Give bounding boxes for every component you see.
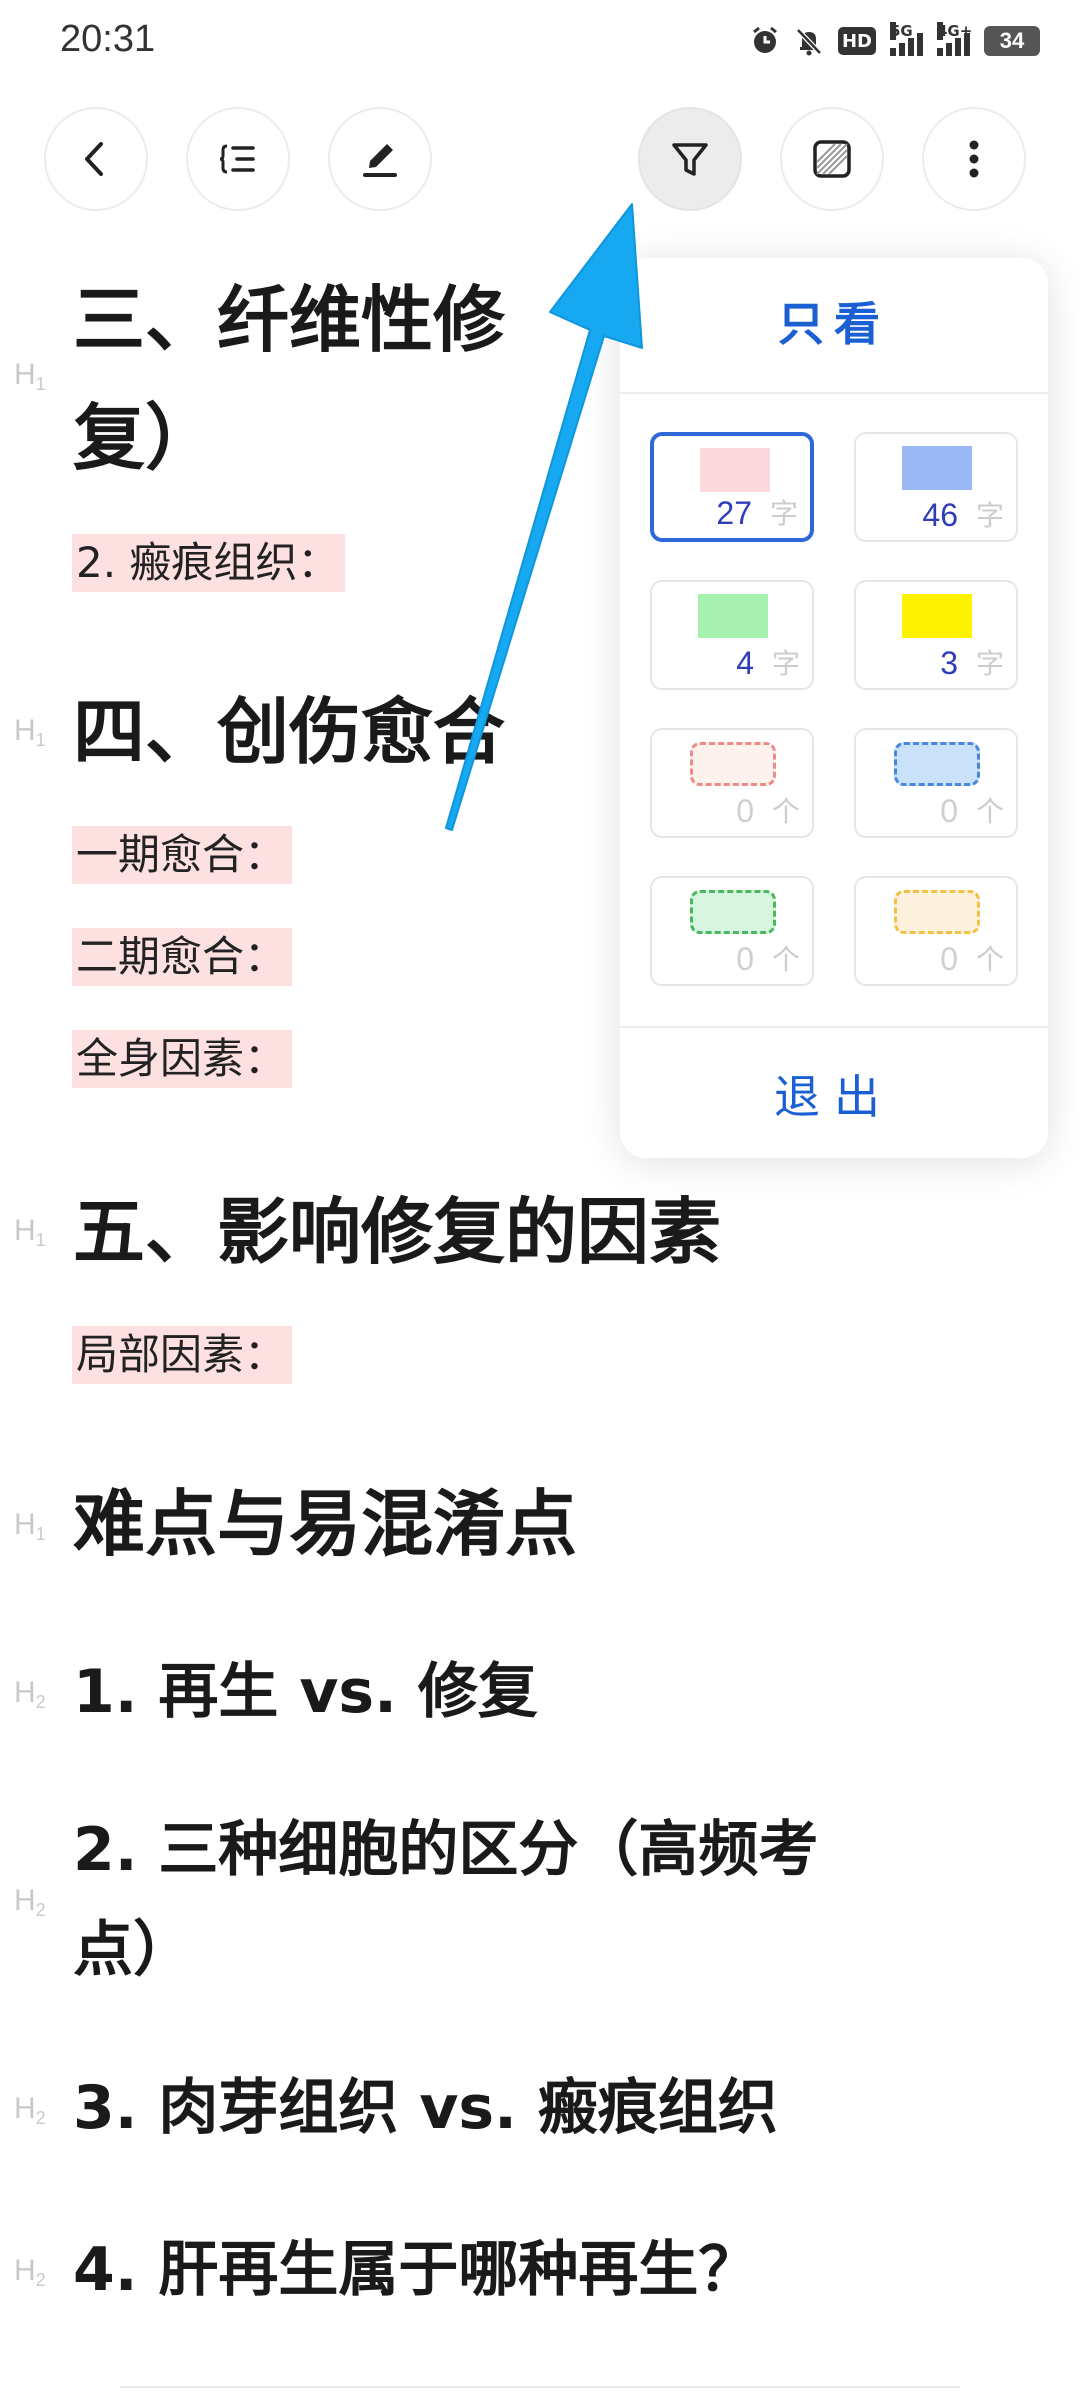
- section5-title[interactable]: 五、影响修复的因素: [73, 1182, 721, 1282]
- h2-item-3[interactable]: 3. 肉芽组织 vs. 瘢痕组织: [73, 2058, 778, 2158]
- highlight-primary-healing[interactable]: 一期愈合：: [72, 826, 293, 884]
- unit-label: 字: [975, 499, 1004, 532]
- outline-icon: [219, 144, 255, 174]
- filter-icon: [672, 143, 708, 176]
- hd-icon: HD: [837, 27, 876, 55]
- h2-item-4[interactable]: 4. 肝再生属于哪种再生？: [73, 2220, 758, 2320]
- popup-divider-top: [620, 392, 1048, 394]
- more-button[interactable]: [922, 107, 1026, 211]
- net-label-4g: 4G+: [937, 22, 973, 40]
- count-box-green: 0: [736, 941, 754, 977]
- status-icons: HD 5G 4G+ 34: [750, 22, 1040, 60]
- h2-marker: H2: [14, 2254, 46, 2290]
- filter-card-pink[interactable]: 27 字: [650, 432, 814, 542]
- filter-card-blue[interactable]: 46 字: [854, 432, 1018, 542]
- signal-4g-icon: 4G+: [937, 22, 972, 56]
- highlight-style-icon: [813, 140, 851, 178]
- h1-marker: H1: [14, 358, 46, 394]
- filter-button[interactable]: [638, 107, 742, 211]
- section3-title-line1[interactable]: 三、纤维性修: [73, 270, 505, 370]
- box-swatch-yellow: [894, 890, 980, 934]
- status-bar: 20:31 HD 5G 4G+ 34: [0, 0, 1080, 80]
- filter-card-yellow[interactable]: 3 字: [854, 580, 1018, 690]
- highlight-style-button[interactable]: [780, 107, 884, 211]
- count-yellow: 3: [940, 645, 958, 681]
- h2-marker: H2: [14, 1676, 46, 1712]
- h1-marker: H1: [14, 1214, 46, 1250]
- back-button[interactable]: [44, 107, 148, 211]
- section3-title-line2[interactable]: 复）: [73, 388, 217, 488]
- more-icon: [969, 140, 979, 178]
- swatch-yellow: [902, 594, 972, 638]
- filter-card-box-blue[interactable]: 0 个: [854, 728, 1018, 838]
- popup-divider-bottom: [620, 1026, 1048, 1028]
- battery-icon: 34: [984, 26, 1040, 56]
- swatch-green: [698, 594, 768, 638]
- box-swatch-blue: [894, 742, 980, 786]
- filter-popup: 只看 27 字 46 字 4 字 3 字 0 个 0 个 0 个 0 个 退出: [620, 258, 1048, 1158]
- highlight-scar-tissue[interactable]: 2. 瘢痕组织：: [72, 534, 346, 592]
- box-swatch-red: [690, 742, 776, 786]
- unit-label: 个: [771, 795, 800, 828]
- count-blue: 46: [922, 497, 958, 533]
- section6-title[interactable]: 难点与易混淆点: [73, 1474, 577, 1574]
- net-label-5g: 5G: [890, 22, 913, 40]
- h2-item-1[interactable]: 1. 再生 vs. 修复: [73, 1642, 538, 1742]
- count-box-blue: 0: [940, 793, 958, 829]
- h2-marker: H2: [14, 2092, 46, 2128]
- unit-label: 个: [771, 943, 800, 976]
- box-swatch-green: [690, 890, 776, 934]
- filter-card-box-yellow[interactable]: 0 个: [854, 876, 1018, 986]
- h1-marker: H1: [14, 1508, 46, 1544]
- unit-label: 个: [975, 943, 1004, 976]
- unit-label: 字: [975, 647, 1004, 680]
- mute-icon: [794, 24, 824, 58]
- bottom-divider: [120, 2386, 960, 2396]
- popup-title: 只看: [778, 297, 890, 351]
- edit-button[interactable]: [328, 107, 432, 211]
- swatch-pink: [700, 448, 770, 492]
- count-box-red: 0: [736, 793, 754, 829]
- h1-marker: H1: [14, 714, 46, 750]
- back-icon: [85, 142, 103, 176]
- section4-title[interactable]: 四、创伤愈合: [73, 682, 505, 782]
- h2-item-2-line1[interactable]: 2. 三种细胞的区分（高频考: [73, 1800, 818, 1900]
- status-time: 20:31: [60, 18, 156, 60]
- highlight-local-factors[interactable]: 局部因素：: [72, 1326, 293, 1384]
- filter-card-box-green[interactable]: 0 个: [650, 876, 814, 986]
- filter-card-box-red[interactable]: 0 个: [650, 728, 814, 838]
- count-green: 4: [736, 645, 754, 681]
- h2-marker: H2: [14, 1884, 46, 1920]
- h2-item-2-line2[interactable]: 点）: [73, 1900, 193, 2000]
- signal-5g-icon: 5G: [890, 22, 923, 56]
- unit-label: 个: [975, 795, 1004, 828]
- count-pink: 27: [716, 495, 752, 531]
- swatch-blue: [902, 446, 972, 490]
- exit-button[interactable]: 退出: [620, 1036, 1048, 1158]
- unit-label: 字: [769, 497, 798, 530]
- highlight-secondary-healing[interactable]: 二期愈合：: [72, 928, 293, 986]
- highlight-systemic-factors[interactable]: 全身因素：: [72, 1030, 293, 1088]
- alarm-icon: [750, 24, 780, 58]
- outline-button[interactable]: [186, 107, 290, 211]
- unit-label: 字: [771, 647, 800, 680]
- count-box-yellow: 0: [940, 941, 958, 977]
- filter-card-green[interactable]: 4 字: [650, 580, 814, 690]
- edit-icon: [363, 144, 397, 177]
